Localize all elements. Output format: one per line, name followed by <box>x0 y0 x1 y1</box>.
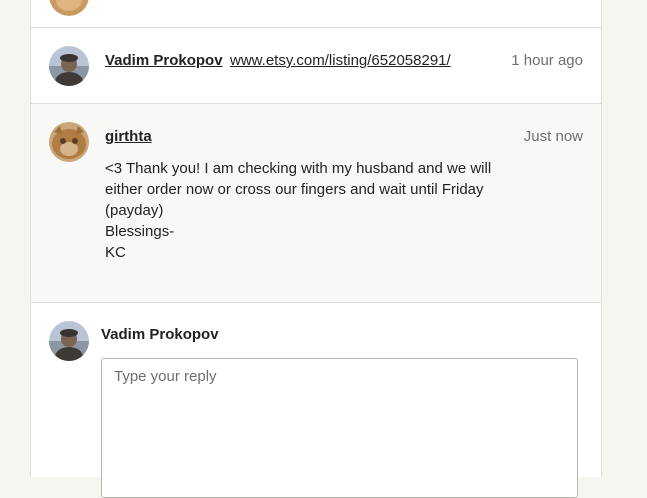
reply-author-name: Vadim Prokopov <box>101 326 219 343</box>
avatar <box>49 0 89 16</box>
message-line: KC <box>105 244 126 261</box>
previous-message-row <box>31 0 601 28</box>
message-timestamp: Just now <box>523 128 583 145</box>
conversation-panel: Vadim Prokopov www.etsy.com/listing/6520… <box>30 0 602 498</box>
reply-input[interactable] <box>101 358 578 498</box>
message-line: either order now or cross our fingers an… <box>105 181 484 198</box>
message-line: <3 Thank you! I am checking with my husb… <box>105 160 492 177</box>
message-timestamp: 1 hour ago <box>511 52 583 69</box>
avatar[interactable] <box>49 122 89 162</box>
message-line: (payday) <box>105 202 164 219</box>
avatar[interactable] <box>49 46 89 86</box>
message-row: girthta Just now <3 Thank you! I am chec… <box>31 104 601 303</box>
reply-avatar <box>49 321 89 361</box>
message-line: Blessings- <box>105 223 175 240</box>
message-body: <3 Thank you! I am checking with my husb… <box>105 158 505 263</box>
message-row: Vadim Prokopov www.etsy.com/listing/6520… <box>31 28 601 104</box>
sender-name[interactable]: girthta <box>105 128 152 145</box>
sender-name[interactable]: Vadim Prokopov <box>105 52 223 69</box>
listing-link[interactable]: www.etsy.com/listing/652058291/ <box>230 52 460 69</box>
